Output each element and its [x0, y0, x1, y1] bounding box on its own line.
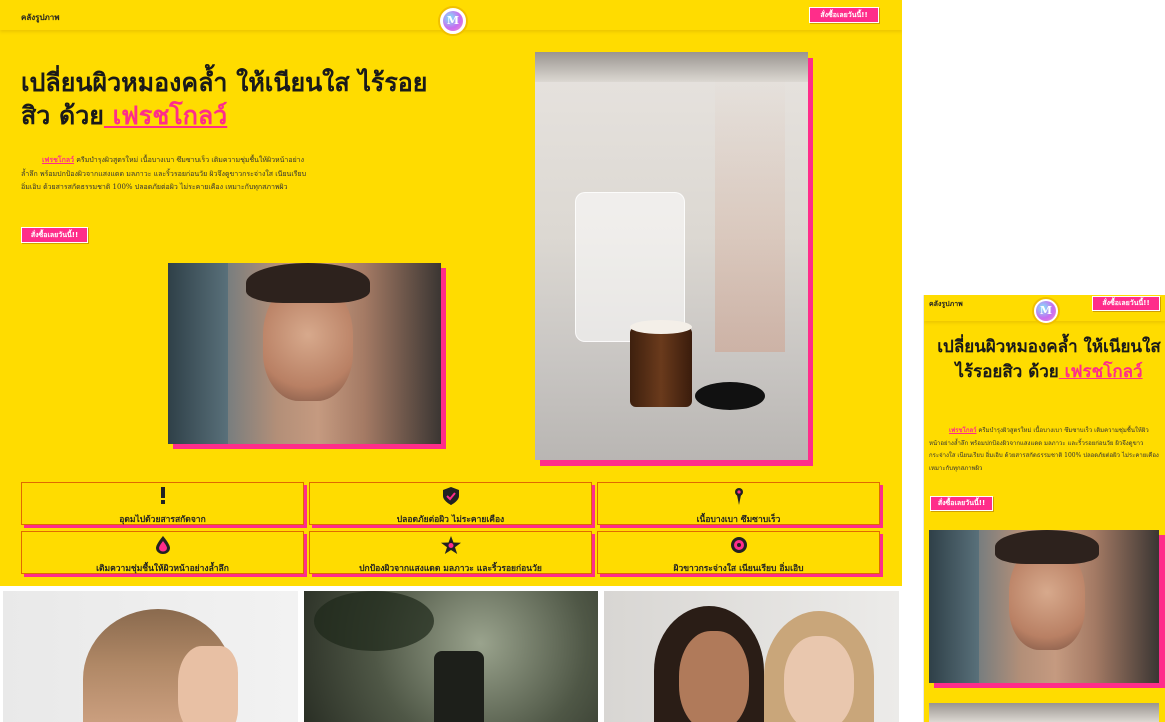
curtain-shape: [168, 263, 228, 444]
feature-label: เนื้อบางเบา ซึมซาบเร็ว: [696, 515, 781, 525]
mobile-portrait-photo: [929, 530, 1159, 683]
face-shape: [178, 646, 238, 722]
mobile-preview: คลังรูปภาพ M สั่งซื้อเลยวันนี้!! เปลี่ยน…: [923, 295, 1165, 722]
feature-card: เติมความชุ่มชื้นให้ผิวหน้าอย่างล้ำลึก: [21, 531, 304, 574]
hero-cta-button[interactable]: สั่งซื้อเลยวันนี้!!: [21, 227, 88, 243]
logo-letter: M: [446, 14, 460, 27]
mobile-hero-title: เปลี่ยนผิวหมองคล้ำ ให้เนียนใส ไร้รอยสิว …: [934, 335, 1164, 385]
hair-shape: [246, 263, 370, 303]
mobile-product-photo-peek: [929, 703, 1159, 722]
leaves-shape: [314, 591, 434, 651]
mobile-hero-cta-button[interactable]: สั่งซื้อเลยวันนี้!!: [930, 496, 993, 511]
face-shape: [784, 636, 854, 722]
map-pin-icon: [598, 487, 879, 505]
feature-label: ปลอดภัยต่อผิว ไม่ระคายเคือง: [396, 515, 505, 525]
hero-title: เปลี่ยนผิวหมองคล้ำ ให้เนียนใส ไร้รอยสิว …: [21, 66, 441, 132]
feature-card: ปลอดภัยต่อผิว ไม่ระคายเคือง: [309, 482, 592, 525]
feature-label: เติมความชุ่มชื้นให้ผิวหน้าอย่างล้ำลึก: [96, 564, 229, 574]
sun-icon: [598, 536, 879, 554]
droplet-icon: [22, 536, 303, 554]
desktop-page: คลังรูปภาพ M สั่งซื้อเลยวันนี้!! เปลี่ยน…: [0, 0, 902, 722]
feature-card: ผิวขาวกระจ่างใส เนียนเรียบ อิ่มเอิบ: [597, 531, 880, 574]
reed-diffuser-shape: [715, 72, 785, 352]
feature-card: ปกป้องผิวจากแสงแดด มลภาวะ และริ้วรอยก่อน…: [309, 531, 592, 574]
mobile-hero-description: เฟรชโกลว์ ครีมบำรุงผิวสูตรใหม่ เนื้อบางเ…: [929, 425, 1159, 475]
gallery-photo-two-women: [604, 591, 899, 722]
feature-label: ผิวขาวกระจ่างใส เนียนเรียบ อิ่มเอิบ: [673, 564, 804, 574]
nav-gallery-link[interactable]: คลังรูปภาพ: [21, 11, 60, 24]
feature-label: ปกป้องผิวจากแสงแดด มลภาวะ และริ้วรอยก่อน…: [359, 564, 542, 574]
star-icon: [310, 536, 591, 554]
hero-brand-link[interactable]: เฟรชโกลว์: [104, 101, 228, 130]
gallery-photo-plant-bottle: [304, 591, 598, 722]
feature-label: อุดมไปด้วยสารสกัดจาก: [119, 515, 206, 525]
portrait-photo: [168, 263, 441, 444]
feature-card: อุดมไปด้วยสารสกัดจาก: [21, 482, 304, 525]
gallery-photo-woman-profile: [3, 591, 298, 722]
bottle-shape: [434, 651, 484, 722]
cream-top-shape: [630, 320, 692, 334]
mobile-navbar: คลังรูปภาพ M สั่งซื้อเลยวันนี้!!: [924, 295, 1165, 325]
gallery-strip: [0, 586, 902, 722]
face-shape: [679, 631, 749, 722]
feature-card: เนื้อบางเบา ซึมซาบเร็ว: [597, 482, 880, 525]
mobile-brand-logo[interactable]: M: [1032, 297, 1060, 325]
hair-shape: [995, 530, 1099, 564]
mobile-nav-gallery-link[interactable]: คลังรูปภาพ: [929, 299, 963, 310]
mobile-order-button[interactable]: สั่งซื้อเลยวันนี้!!: [1092, 296, 1160, 311]
product-photo: [535, 52, 808, 460]
amber-jar-shape: [630, 327, 692, 407]
description-brand-link[interactable]: เฟรชโกลว์: [42, 155, 74, 164]
jar-lid-shape: [695, 382, 765, 410]
curtain-shape: [929, 530, 979, 683]
hero-description: เฟรชโกลว์ ครีมบำรุงผิวสูตรใหม่ เนื้อบางเ…: [21, 153, 311, 195]
mobile-hero-brand-link[interactable]: เฟรชโกลว์: [1059, 362, 1143, 382]
logo-letter: M: [1039, 304, 1053, 317]
header-order-button[interactable]: สั่งซื้อเลยวันนี้!!: [809, 7, 879, 23]
brand-logo[interactable]: M: [438, 6, 468, 36]
shield-check-icon: [310, 487, 591, 505]
exclamation-icon: [22, 487, 303, 505]
mobile-description-brand-link[interactable]: เฟรชโกลว์: [949, 427, 977, 434]
top-navbar: คลังรูปภาพ M สั่งซื้อเลยวันนี้!!: [0, 0, 902, 36]
